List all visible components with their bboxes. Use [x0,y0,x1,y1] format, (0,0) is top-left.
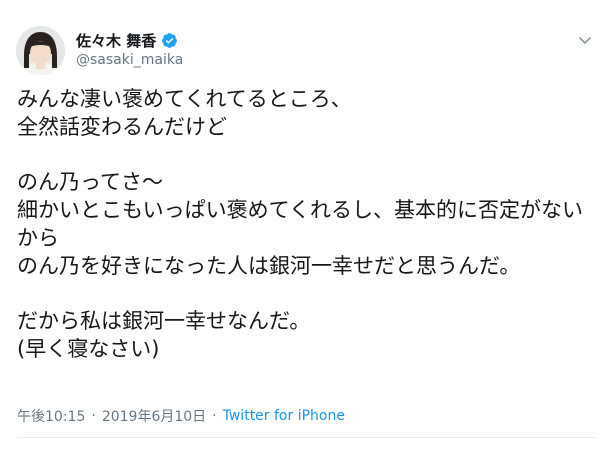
user-name-row[interactable]: 佐々木 舞香 [76,30,178,51]
tweet-line: (早く寝なさい) [17,337,160,362]
tweet-line: 細かいとこもいっぱい褒めてくれるし、基本的に否定がないから [17,198,583,250]
avatar[interactable] [16,26,65,75]
user-handle[interactable]: @sasaki_maika [76,52,183,68]
tweet-card: 佐々木 舞香 @sasaki_maika みんな凄い褒めてくれてるところ、 全然… [0,0,613,449]
verified-badge-icon [161,32,178,49]
tweet-source-link[interactable]: Twitter for iPhone [223,408,345,424]
tweet-line: みんな凄い褒めてくれてるところ、 [17,87,352,111]
divider [17,437,596,438]
tweet-line [17,142,602,170]
tweet-line: のん乃を好きになった人は銀河一幸せだと思うんだ。 [17,253,521,278]
chevron-down-icon[interactable] [577,32,593,48]
profile-photo-icon [16,26,65,75]
tweet-line: のん乃ってさ～ [17,170,163,195]
display-name[interactable]: 佐々木 舞香 [76,30,156,51]
tweet-line: だから私は銀河一幸せなんだ。 [17,309,311,334]
tweet-text: みんな凄い褒めてくれてるところ、 全然話変わるんだけど のん乃ってさ～ 細かいと… [17,86,602,364]
tweet-metadata: 午後10:15 · 2019年6月10日 · Twitter for iPhon… [17,406,345,426]
meta-separator: · [212,408,217,424]
tweet-date[interactable]: 2019年6月10日 [102,406,206,426]
tweet-time[interactable]: 午後10:15 [17,406,85,426]
tweet-line [17,281,602,309]
tweet-line: 全然話変わるんだけど [17,114,227,139]
meta-separator: · [91,408,96,424]
